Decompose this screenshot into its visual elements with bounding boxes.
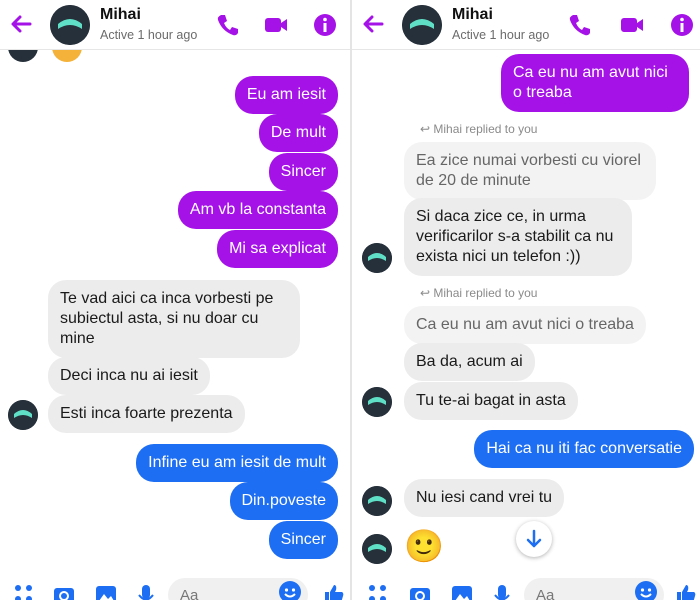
camera-icon[interactable] [408, 582, 432, 600]
chat-header: Mihai Active 1 hour ago [352, 0, 700, 50]
message-bubble[interactable]: Sincer [268, 153, 338, 191]
message-bubble[interactable]: Eu am iesit [234, 76, 338, 114]
emoji-message[interactable]: 🙂 [404, 528, 444, 564]
contact-avatar [362, 243, 392, 273]
active-status: Active 1 hour ago [452, 28, 550, 42]
video-icon[interactable] [262, 11, 290, 39]
message-bubble[interactable]: Esti inca foarte prezenta [48, 395, 245, 433]
active-status: Active 1 hour ago [100, 28, 198, 42]
info-icon[interactable] [311, 11, 339, 39]
avatar[interactable] [50, 5, 90, 45]
emoji-icon[interactable] [634, 580, 658, 600]
message-input-placeholder: Aa [180, 587, 199, 600]
gallery-icon[interactable] [94, 582, 118, 600]
camera-icon[interactable] [52, 582, 76, 600]
composer-bar: Aa [352, 572, 700, 600]
scroll-down-icon [526, 529, 542, 548]
message-bubble[interactable]: Am vb la constanta [177, 191, 338, 229]
chat-panel-right: Ca eu nu am avut nici o treaba ↩ Mihai r… [352, 0, 700, 600]
reply-note: ↩ Mihai replied to you [420, 122, 537, 136]
thumbs-up-icon[interactable] [674, 582, 698, 600]
back-arrow-icon[interactable] [6, 9, 36, 39]
phone-icon[interactable] [566, 11, 594, 39]
reply-note-text: Mihai replied to you [433, 286, 538, 300]
contact-avatar [362, 486, 392, 516]
message-bubble[interactable]: Te vad aici ca inca vorbesti pe subiectu… [48, 280, 300, 358]
message-bubble[interactable]: Sincer [268, 521, 338, 559]
chat-header: Mihai Active 1 hour ago [0, 0, 350, 50]
scroll-down-button[interactable] [516, 521, 552, 557]
mic-icon[interactable] [490, 582, 514, 600]
emoji-icon[interactable] [278, 580, 302, 600]
message-bubble[interactable]: Din.poveste [229, 482, 338, 520]
quoted-message[interactable]: Ea zice numai vorbesti cu viorel de 20 d… [404, 142, 656, 200]
info-icon[interactable] [668, 11, 696, 39]
thumbs-up-icon[interactable] [322, 582, 346, 600]
video-icon[interactable] [618, 11, 646, 39]
message-bubble[interactable]: Ba da, acum ai [404, 343, 535, 381]
message-bubble[interactable]: Deci inca nu ai iesit [48, 357, 210, 395]
reply-arrow-icon: ↩ [420, 286, 434, 300]
message-input[interactable]: Aa [168, 578, 308, 600]
chat-panel-left: Eu am iesit De mult Sincer Am vb la cons… [0, 0, 350, 600]
avatar[interactable] [402, 5, 442, 45]
composer-bar: Aa [0, 572, 350, 600]
phone-icon[interactable] [214, 11, 242, 39]
message-input[interactable]: Aa [524, 578, 664, 600]
message-bubble[interactable]: Mi sa explicat [217, 230, 338, 268]
quoted-message[interactable]: Ca eu nu am avut nici o treaba [404, 306, 646, 344]
mic-icon[interactable] [134, 582, 158, 600]
reply-note-text: Mihai replied to you [433, 122, 538, 136]
gallery-icon[interactable] [450, 582, 474, 600]
message-bubble[interactable]: Nu iesi cand vrei tu [404, 479, 565, 517]
reply-arrow-icon: ↩ [420, 122, 434, 136]
reply-note: ↩ Mihai replied to you [420, 286, 537, 300]
contact-avatar [8, 400, 38, 430]
apps-icon[interactable] [12, 582, 36, 600]
contact-avatar [362, 387, 392, 417]
message-bubble[interactable]: Si daca zice ce, in urma verificarilor s… [404, 198, 632, 276]
contact-name: Mihai [100, 6, 141, 23]
message-bubble[interactable]: Ca eu nu am avut nici o treaba [501, 54, 689, 112]
contact-avatar [362, 534, 392, 564]
contact-name: Mihai [452, 6, 493, 23]
message-bubble[interactable]: De mult [258, 114, 338, 152]
message-bubble[interactable]: Infine eu am iesit de mult [136, 444, 338, 482]
apps-icon[interactable] [366, 582, 390, 600]
back-arrow-icon[interactable] [358, 9, 388, 39]
message-bubble[interactable]: Tu te-ai bagat in asta [404, 382, 578, 420]
message-input-placeholder: Aa [536, 587, 555, 600]
message-bubble[interactable]: Hai ca nu iti fac conversatie [474, 430, 694, 468]
